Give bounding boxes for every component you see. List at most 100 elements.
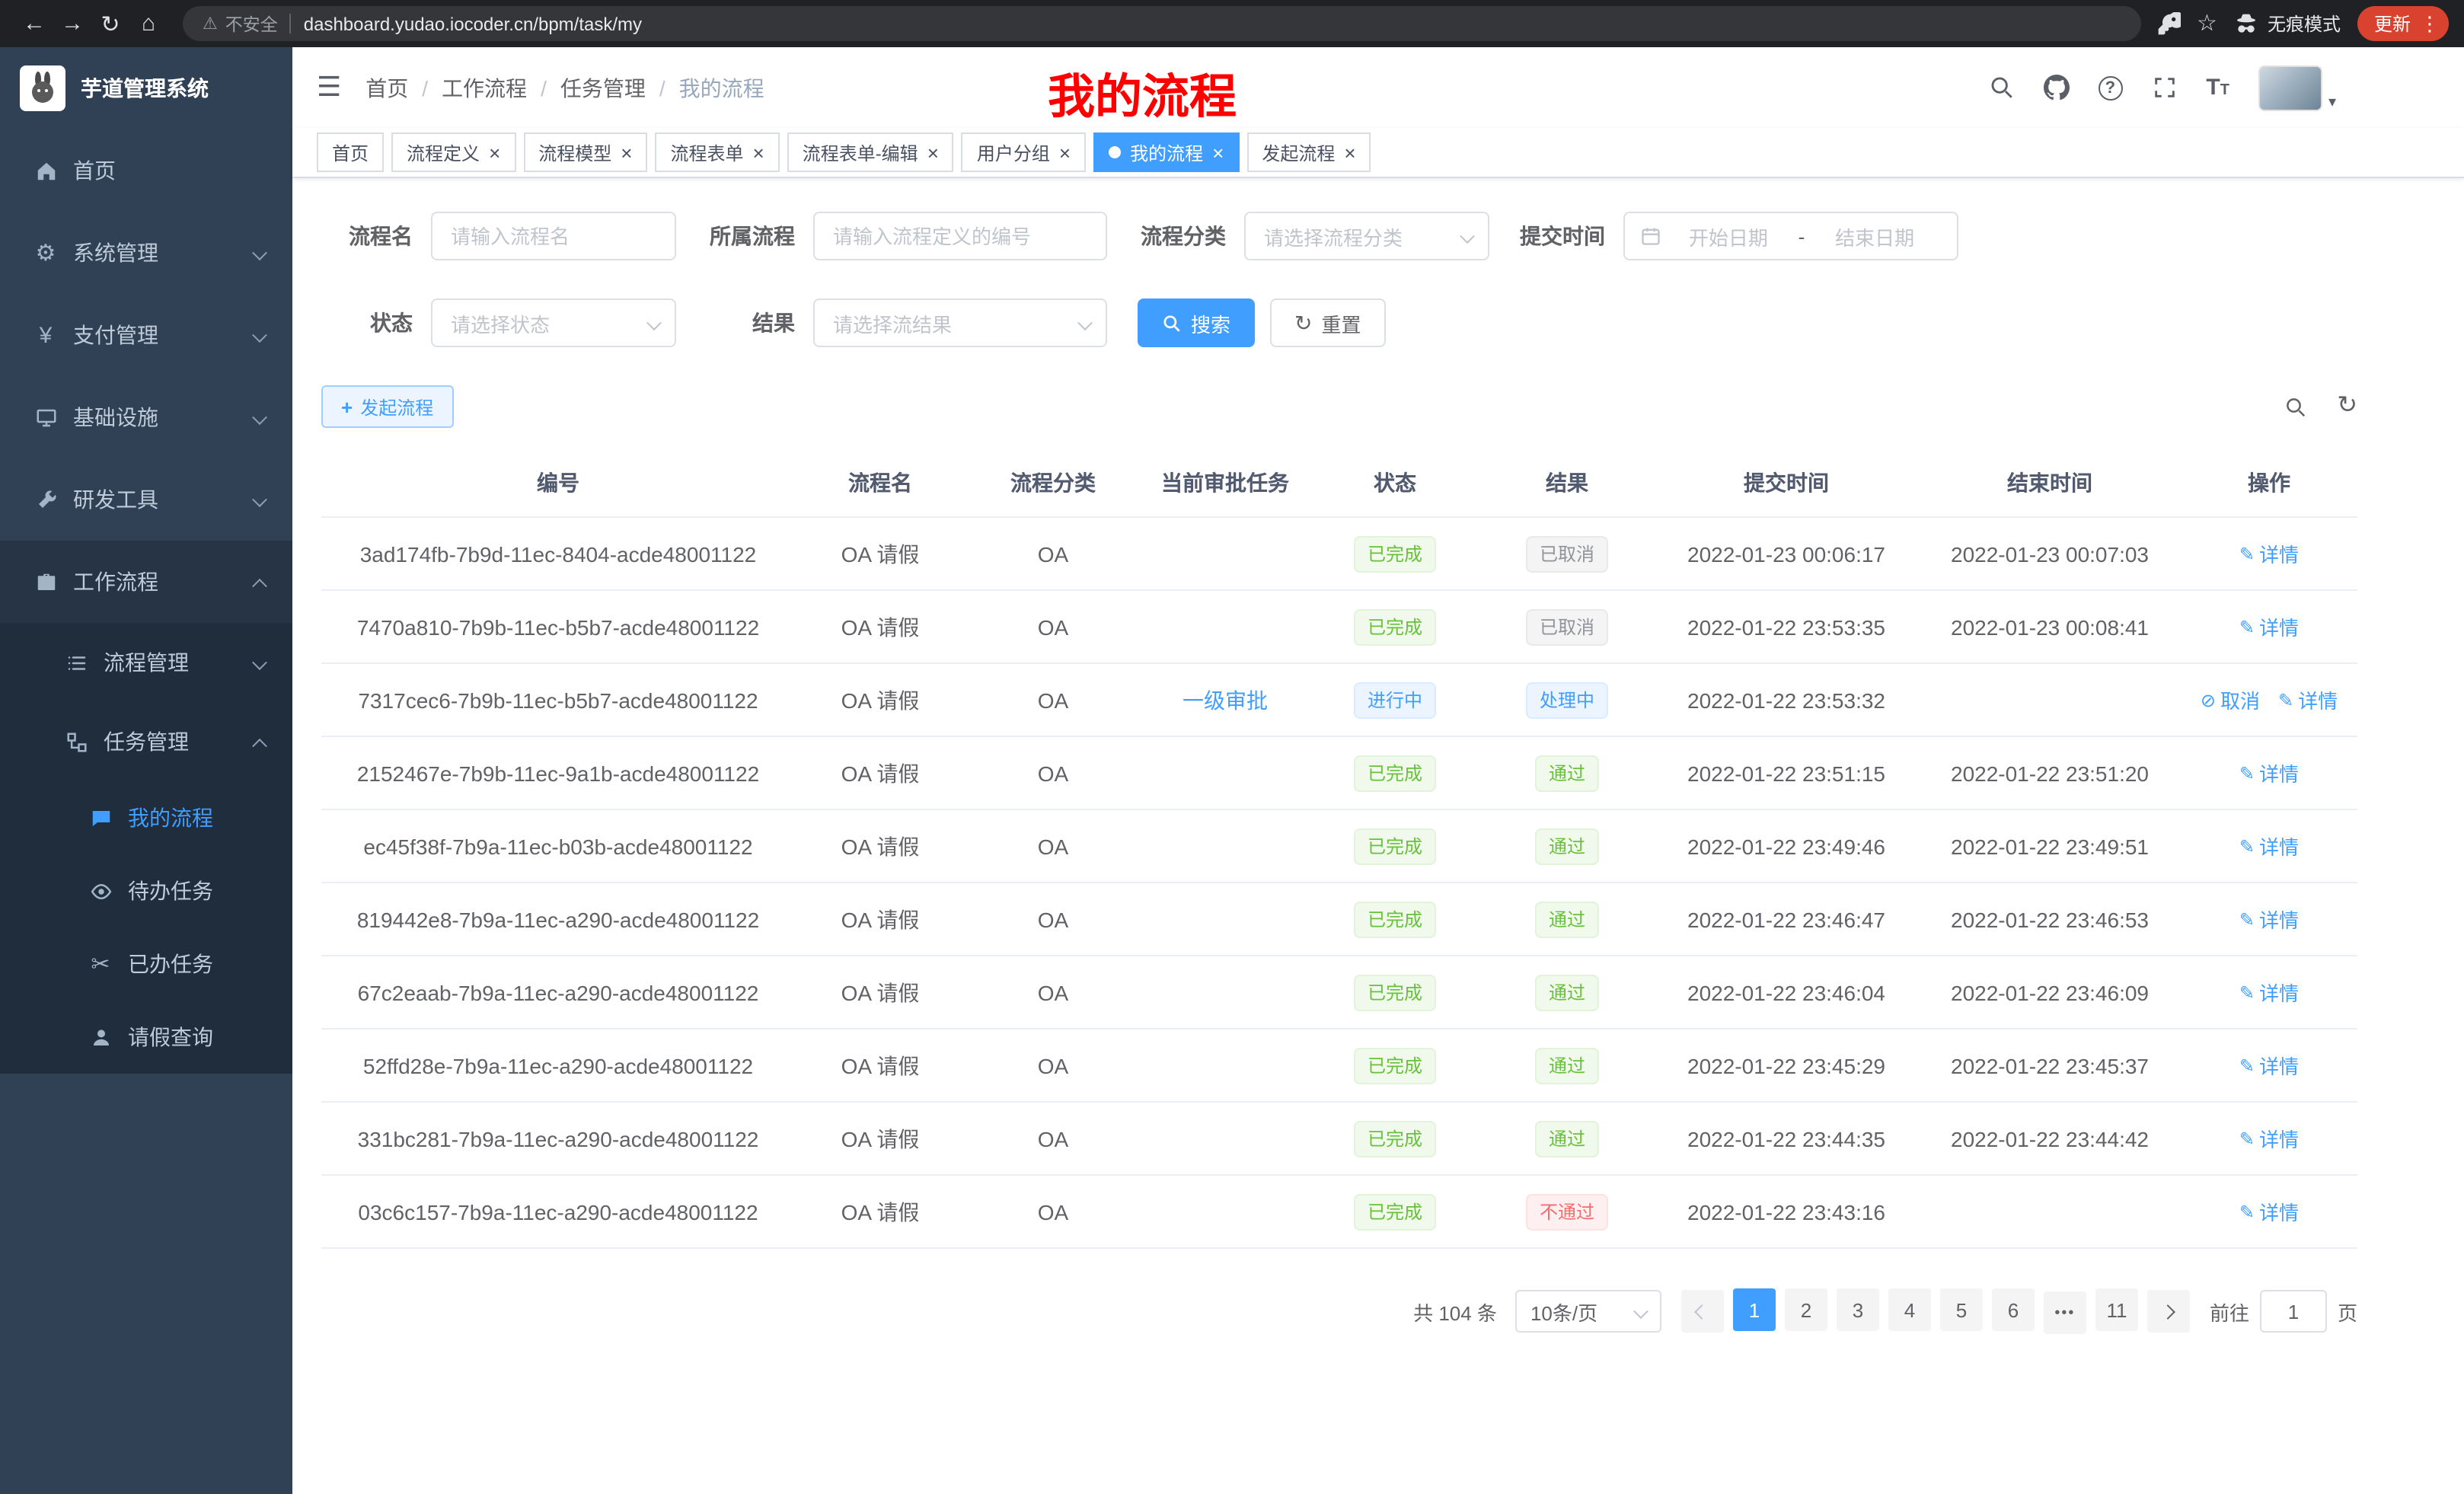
address-bar[interactable]: ⚠ 不安全 dashboard.yudao.iocoder.cn/bpm/tas… (183, 6, 2140, 41)
result-select[interactable]: 请选择流结果 (813, 298, 1107, 347)
table-row: 7317cec6-7b9b-11ec-b5b7-acde48001122OA 请… (321, 663, 2357, 736)
close-icon[interactable]: × (1059, 142, 1071, 162)
result-label: 结果 (707, 308, 795, 338)
fullscreen-icon[interactable] (2151, 75, 2177, 101)
browser-back-button[interactable]: ← (15, 5, 53, 43)
tab-label: 用户分组 (977, 139, 1050, 165)
start-date-placeholder: 开始日期 (1661, 222, 1795, 251)
sidebar-item-my-processes[interactable]: 我的流程 (0, 781, 292, 854)
cell-process-id: 3ad174fb-7b9d-11ec-8404-acde48001122 (321, 517, 795, 590)
breadcrumb-task-management[interactable]: 任务管理 (560, 72, 646, 103)
reset-button[interactable]: ↻ 重置 (1270, 298, 1386, 347)
detail-action-link[interactable]: ✎详情 (2239, 978, 2299, 1007)
detail-action-link[interactable]: ✎详情 (2239, 539, 2299, 568)
cell-actions: ✎详情 (2181, 1102, 2357, 1175)
chevron-down-icon (254, 405, 265, 429)
detail-action-link[interactable]: ✎详情 (2239, 1051, 2299, 1080)
cell-process-name: OA 请假 (795, 809, 965, 883)
browser-home-button[interactable]: ⌂ (129, 5, 168, 43)
category-select[interactable]: 请选择流程分类 (1244, 212, 1489, 260)
detail-action-link[interactable]: ✎详情 (2239, 758, 2299, 787)
close-icon[interactable]: × (1344, 142, 1355, 162)
cell-submit-time: 2022-01-22 23:45:29 (1654, 1029, 1919, 1102)
detail-action-link[interactable]: ✎详情 (2239, 1124, 2299, 1153)
cell-submit-time: 2022-01-22 23:44:35 (1654, 1102, 1919, 1175)
breadcrumb-home[interactable]: 首页 (365, 72, 408, 103)
cancel-action-link[interactable]: ⊘取消 (2201, 685, 2260, 714)
pagination-more[interactable]: ••• (2044, 1291, 2086, 1334)
pagination-page-5[interactable]: 5 (1940, 1288, 1983, 1331)
detail-action-link[interactable]: ✎详情 (2239, 612, 2299, 641)
search-button[interactable]: 搜索 (1138, 298, 1255, 347)
hamburger-icon[interactable]: ☰ (317, 72, 341, 104)
browser-forward-button[interactable]: → (53, 5, 91, 43)
detail-action-link[interactable]: ✎详情 (2278, 685, 2338, 714)
start-process-button[interactable]: + 发起流程 (321, 385, 453, 428)
sidebar-item-process-management[interactable]: 流程管理 (0, 623, 292, 702)
detail-action-link[interactable]: ✎详情 (2239, 1197, 2299, 1226)
pagination-page-1[interactable]: 1 (1733, 1288, 1776, 1331)
tab-home[interactable]: 首页 (317, 132, 384, 172)
close-icon[interactable]: × (489, 142, 500, 162)
sidebar-item-workflow[interactable]: 工作流程 (0, 541, 292, 623)
breadcrumb-workflow[interactable]: 工作流程 (442, 72, 527, 103)
app-logo[interactable]: 芋道管理系统 (0, 47, 292, 129)
cell-category: OA (965, 1029, 1141, 1102)
tab-user-group[interactable]: 用户分组 × (962, 132, 1086, 172)
date-range-picker[interactable]: 开始日期 - 结束日期 (1623, 212, 1958, 260)
refresh-table-icon[interactable]: ↻ (2337, 394, 2357, 419)
tab-process-definition[interactable]: 流程定义× (391, 132, 515, 172)
browser-refresh-button[interactable]: ↻ (91, 5, 129, 43)
sidebar-item-system[interactable]: ⚙ 系统管理 (0, 212, 292, 294)
pagination-next-button[interactable] (2147, 1290, 2190, 1333)
sidebar-item-payment[interactable]: ¥ 支付管理 (0, 294, 292, 376)
close-icon[interactable]: × (1212, 142, 1224, 162)
sidebar-item-leave-query[interactable]: 请假查询 (0, 1001, 292, 1074)
pagination-prev-button[interactable] (1681, 1290, 1724, 1333)
page-size-select[interactable]: 10条/页 (1515, 1290, 1661, 1333)
bookmark-star-icon[interactable]: ☆ (2197, 12, 2217, 35)
current-task-link[interactable]: 一级审批 (1183, 688, 1268, 712)
sidebar-item-done-tasks[interactable]: ✂ 已办任务 (0, 927, 292, 1001)
user-menu[interactable]: ▾ (2258, 65, 2336, 110)
status-select[interactable]: 请选择状态 (431, 298, 676, 347)
tab-process-model[interactable]: 流程模型× (523, 132, 647, 172)
pagination-page-3[interactable]: 3 (1837, 1288, 1879, 1331)
table-body: 3ad174fb-7b9d-11ec-8404-acde48001122 OA 请… (321, 517, 2357, 1248)
pagination-page-6[interactable]: 6 (1992, 1288, 2035, 1331)
tab-process-form-edit[interactable]: 流程表单-编辑× (787, 132, 954, 172)
sidebar-item-devtools[interactable]: 研发工具 (0, 458, 292, 541)
pagination-page-11[interactable]: 11 (2095, 1288, 2138, 1331)
sidebar-item-home[interactable]: 首页 (0, 129, 292, 212)
sidebar-item-task-management[interactable]: 任务管理 (0, 702, 292, 781)
tab-label: 首页 (332, 139, 369, 165)
help-icon[interactable]: ? (2098, 75, 2122, 100)
pagination-page-4[interactable]: 4 (1888, 1288, 1931, 1331)
cell-submit-time: 2022-01-22 23:53:32 (1654, 663, 1919, 736)
sidebar-item-pending-tasks[interactable]: 待办任务 (0, 854, 292, 927)
close-icon[interactable]: × (927, 142, 939, 162)
toggle-search-icon[interactable] (2284, 395, 2306, 418)
close-icon[interactable]: × (621, 142, 632, 162)
password-key-icon[interactable] (2156, 11, 2180, 36)
detail-action-link[interactable]: ✎详情 (2239, 905, 2299, 934)
close-icon[interactable]: × (753, 142, 764, 162)
tab-start-process[interactable]: 发起流程× (1246, 132, 1371, 172)
goto-page-input[interactable] (2260, 1290, 2327, 1333)
eye-icon (88, 879, 113, 903)
tab-my-processes[interactable]: 我的流程× (1093, 132, 1239, 172)
github-icon[interactable] (2043, 75, 2069, 101)
search-icon[interactable] (1988, 75, 2014, 101)
font-size-icon[interactable]: TT (2206, 75, 2229, 101)
owner-process-input[interactable] (813, 212, 1107, 260)
pagination-page-2[interactable]: 2 (1785, 1288, 1827, 1331)
goto-suffix: 页 (2338, 1297, 2357, 1326)
cell-category: OA (965, 736, 1141, 809)
process-name-input[interactable] (431, 212, 676, 260)
tab-process-form[interactable]: 流程表单× (655, 132, 779, 172)
browser-menu-icon[interactable]: ⋮ (2420, 14, 2440, 34)
detail-action-link[interactable]: ✎详情 (2239, 832, 2299, 860)
status-label: 状态 (321, 308, 413, 338)
browser-update-button[interactable]: 更新 ⋮ (2357, 6, 2449, 41)
sidebar-item-infrastructure[interactable]: 基础设施 (0, 376, 292, 458)
